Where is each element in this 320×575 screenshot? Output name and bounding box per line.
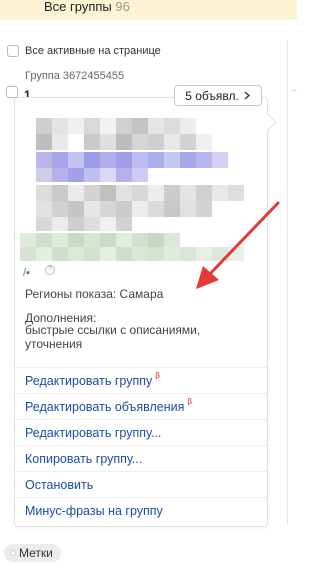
annotation-arrow bbox=[196, 201, 280, 289]
